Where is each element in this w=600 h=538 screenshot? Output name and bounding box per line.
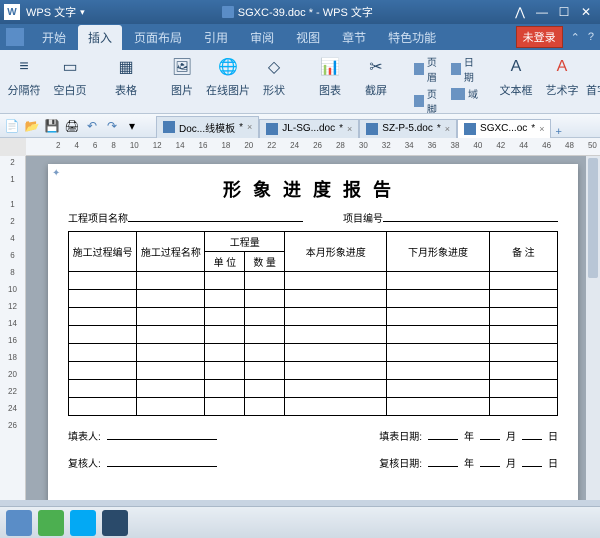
doctab-2[interactable]: JL-SG...doc*× xyxy=(259,119,359,138)
save-icon[interactable]: 💾 xyxy=(44,118,60,134)
new-icon[interactable]: 📄 xyxy=(4,118,20,134)
taskbar-app-icon[interactable] xyxy=(70,510,96,536)
wordart-button[interactable]: A艺术字 xyxy=(544,54,580,98)
taskbar xyxy=(0,506,600,538)
ruler-horizontal[interactable]: 2468101214161820222426283032343638404244… xyxy=(26,138,600,156)
ribbon-help-icon[interactable]: ? xyxy=(588,31,594,43)
print-icon[interactable]: 🖨 xyxy=(64,118,80,134)
chart-button[interactable]: 📊图表 xyxy=(312,54,348,98)
table-row xyxy=(69,362,558,380)
add-tab-icon[interactable]: + xyxy=(551,126,565,138)
doctab-3[interactable]: SZ-P-5.doc*× xyxy=(359,119,457,138)
field-button[interactable]: 域 xyxy=(451,86,478,101)
footer-button[interactable]: 页脚 xyxy=(414,86,441,114)
ribbon-collapse-icon[interactable]: ⌃ xyxy=(571,31,580,44)
quickbar: 📄 📂 💾 🖨 ↶ ↷ ▾ Doc...线模板*× JL-SG...doc*× … xyxy=(0,114,600,138)
file-menu-icon[interactable] xyxy=(6,28,24,46)
table-row xyxy=(69,344,558,362)
doc-icon xyxy=(222,6,234,18)
canvas[interactable]: ✦ 形象进度报告 工程项目名称 项目编号 施工过程编号 施工过程名称 工程量 本… xyxy=(26,156,600,516)
tab-start[interactable]: 开始 xyxy=(32,25,76,50)
screenshot-button[interactable]: ✂截屏 xyxy=(358,54,394,98)
taskbar-browser-icon[interactable] xyxy=(38,510,64,536)
tab-section[interactable]: 章节 xyxy=(332,25,376,50)
menubar: 开始 插入 页面布局 引用 审阅 视图 章节 特色功能 未登录 ⌃ ? xyxy=(0,24,600,50)
redo-icon[interactable]: ↷ xyxy=(104,118,120,134)
undo-icon[interactable]: ↶ xyxy=(84,118,100,134)
page: ✦ 形象进度报告 工程项目名称 项目编号 施工过程编号 施工过程名称 工程量 本… xyxy=(48,164,578,504)
brush-icon[interactable]: ▾ xyxy=(124,118,140,134)
tab-pagelayout[interactable]: 页面布局 xyxy=(124,25,192,50)
code-label: 项目编号 xyxy=(343,210,383,225)
close-tab-icon[interactable]: × xyxy=(347,124,352,134)
ruler-vertical[interactable]: 2112468101214161820222426 xyxy=(0,156,26,516)
table-row xyxy=(69,398,558,416)
table-row xyxy=(69,380,558,398)
close-tab-icon[interactable]: × xyxy=(247,122,252,132)
close-tab-icon[interactable]: × xyxy=(445,124,450,134)
taskbar-app2-icon[interactable] xyxy=(102,510,128,536)
pagebreak-button[interactable]: ≡分隔符 xyxy=(6,54,42,98)
app-name: WPS 文字 xyxy=(26,4,76,20)
code-field xyxy=(383,210,558,222)
table-row xyxy=(69,308,558,326)
doc-title: 形象进度报告 xyxy=(68,176,558,202)
blankpage-button[interactable]: ▭空白页 xyxy=(52,54,88,98)
doc-icon xyxy=(163,121,175,133)
minimize-icon[interactable]: — xyxy=(532,5,552,19)
doc-icon xyxy=(366,123,378,135)
date-button[interactable]: 日期 xyxy=(451,54,478,84)
doctabs: Doc...线模板*× JL-SG...doc*× SZ-P-5.doc*× S… xyxy=(156,114,566,138)
shapes-button[interactable]: ◇形状 xyxy=(256,54,292,98)
scrollbar-vertical[interactable] xyxy=(586,156,600,516)
textbox-button[interactable]: A文本框 xyxy=(498,54,534,98)
tab-reference[interactable]: 引用 xyxy=(194,25,238,50)
open-icon[interactable]: 📂 xyxy=(24,118,40,134)
tab-view[interactable]: 视图 xyxy=(286,25,330,50)
doc-icon xyxy=(266,123,278,135)
close-icon[interactable]: ✕ xyxy=(576,5,596,19)
app-logo: W xyxy=(4,4,20,20)
onlineimage-button[interactable]: 🌐在线图片 xyxy=(210,54,246,98)
doc-icon xyxy=(464,123,476,135)
project-label: 工程项目名称 xyxy=(68,210,128,225)
tab-review[interactable]: 审阅 xyxy=(240,25,284,50)
maximize-icon[interactable]: ☐ xyxy=(554,5,574,19)
header-button[interactable]: 页眉 xyxy=(414,54,441,84)
titlebar: W WPS 文字 ▾ SGXC-39.doc * - WPS 文字 ⋀ — ☐ … xyxy=(0,0,600,24)
table-row xyxy=(69,290,558,308)
table-row xyxy=(69,326,558,344)
ribbon: ≡分隔符 ▭空白页 ▦表格 🖼图片 🌐在线图片 ◇形状 📊图表 ✂截屏 页眉 页… xyxy=(0,50,600,114)
page-marker-icon: ✦ xyxy=(52,168,60,179)
table-row xyxy=(69,272,558,290)
dropcap-button[interactable]: A̲首字下沉 xyxy=(590,54,600,98)
project-field xyxy=(128,210,303,222)
tab-features[interactable]: 特色功能 xyxy=(378,25,446,50)
login-button[interactable]: 未登录 xyxy=(516,26,563,48)
tab-insert[interactable]: 插入 xyxy=(78,25,122,50)
taskbar-wps-icon[interactable] xyxy=(6,510,32,536)
close-tab-icon[interactable]: × xyxy=(539,124,544,134)
table-button[interactable]: ▦表格 xyxy=(108,54,144,98)
help-icon[interactable]: ⋀ xyxy=(510,5,530,19)
doctab-1[interactable]: Doc...线模板*× xyxy=(156,116,259,138)
report-table: 施工过程编号 施工过程名称 工程量 本月形象进度 下月形象进度 备 注 单 位 … xyxy=(68,231,558,416)
window-title: SGXC-39.doc * - WPS 文字 xyxy=(238,4,373,20)
doctab-4[interactable]: SGXC...oc*× xyxy=(457,119,551,138)
image-button[interactable]: 🖼图片 xyxy=(164,54,200,98)
